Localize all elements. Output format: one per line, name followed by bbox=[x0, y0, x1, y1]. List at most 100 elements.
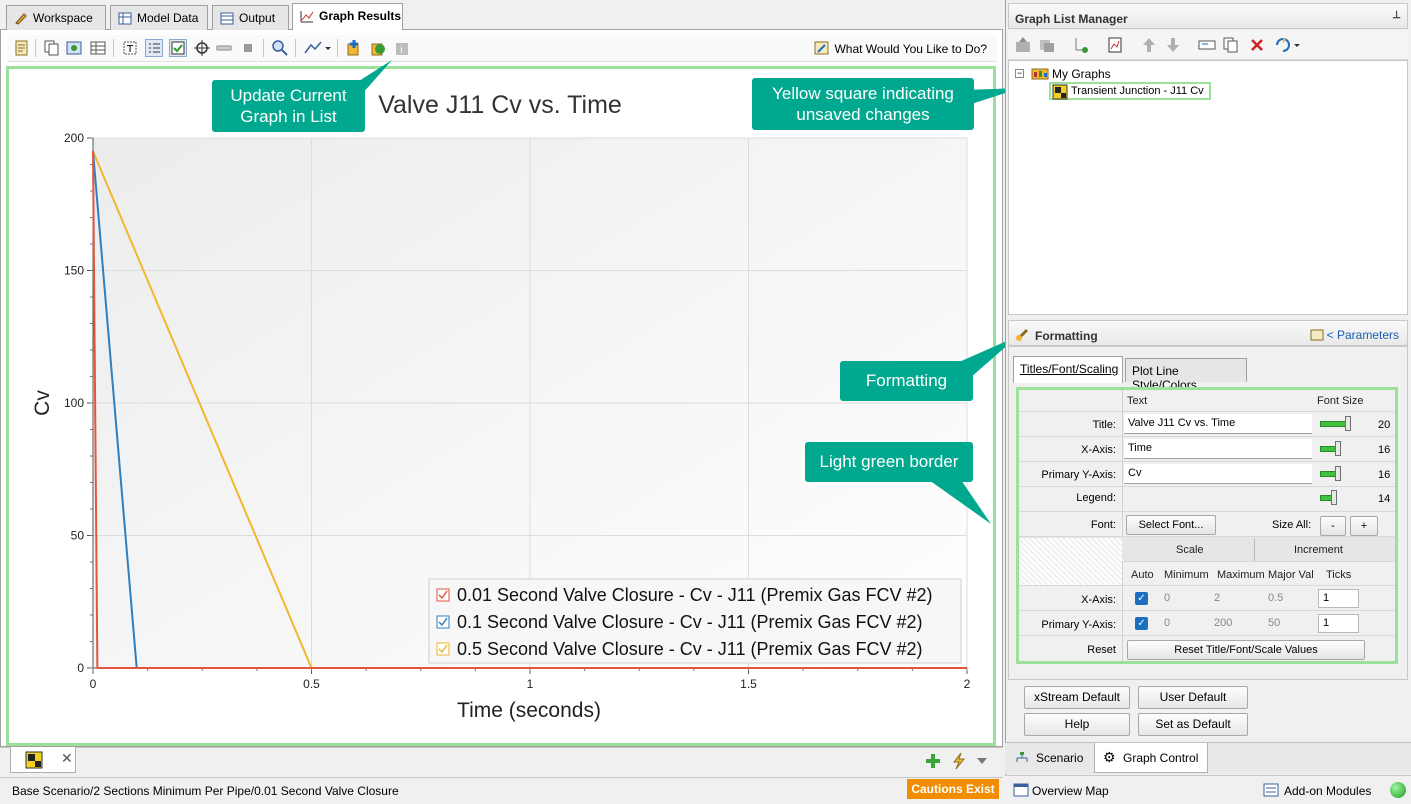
yaxis-min-field[interactable]: 0 bbox=[1160, 614, 1208, 633]
xaxis-ticks-field[interactable]: 1 bbox=[1318, 589, 1359, 608]
font-row-label: Font: bbox=[1090, 519, 1116, 531]
stop-icon[interactable] bbox=[239, 39, 257, 57]
xaxis-scale-label: X-Axis: bbox=[1081, 594, 1116, 606]
tab-graph-results[interactable]: Graph Results bbox=[292, 3, 403, 31]
arrow-up-icon[interactable] bbox=[1140, 36, 1158, 54]
slider-fill bbox=[1320, 421, 1348, 427]
xaxis-text-input[interactable]: Time bbox=[1124, 439, 1312, 459]
xstream-default-button[interactable]: xStream Default bbox=[1024, 686, 1130, 709]
legend-font-slider[interactable] bbox=[1320, 490, 1375, 505]
tree-root-label[interactable]: My Graphs bbox=[1052, 67, 1111, 81]
column-header-text: Text bbox=[1127, 395, 1148, 407]
tab-label: Model Data bbox=[137, 11, 199, 25]
yaxis-major-field[interactable]: 50 bbox=[1264, 614, 1316, 633]
yaxis-font-slider[interactable] bbox=[1320, 466, 1375, 481]
yaxis-ticks-field[interactable]: 1 bbox=[1318, 614, 1359, 633]
legend-toggle-icon[interactable] bbox=[145, 39, 163, 57]
status-light-icon bbox=[1390, 782, 1406, 798]
graph-info-icon[interactable]: i bbox=[393, 39, 411, 57]
close-icon[interactable]: ✕ bbox=[61, 750, 73, 767]
rename-icon[interactable] bbox=[1198, 36, 1216, 54]
help-button[interactable]: Help bbox=[1024, 713, 1130, 736]
size-increase-button[interactable]: + bbox=[1350, 516, 1378, 536]
tree-expand-icon[interactable] bbox=[1072, 36, 1090, 54]
slider-thumb[interactable] bbox=[1331, 490, 1337, 505]
checkbox-toggle-icon[interactable] bbox=[169, 39, 187, 57]
pin-icon[interactable]: ⊥ bbox=[1392, 10, 1401, 21]
yaxis-auto-checkbox[interactable]: ✓ bbox=[1135, 617, 1148, 630]
increment-header: Increment bbox=[1294, 544, 1343, 556]
size-decrease-button[interactable]: - bbox=[1320, 516, 1346, 536]
delete-icon[interactable] bbox=[1248, 36, 1266, 54]
legend-checkbox[interactable] bbox=[436, 642, 450, 656]
slider-thumb[interactable] bbox=[1345, 416, 1351, 431]
what-would-you-like-link[interactable]: What Would You Like to Do? bbox=[814, 41, 987, 56]
add-tab-icon[interactable] bbox=[924, 752, 942, 770]
x-tick-label: 2 bbox=[964, 677, 971, 691]
title-row-label: Title: bbox=[1092, 419, 1116, 431]
callout-green-border: Light green border bbox=[805, 442, 973, 482]
graph-document-icon[interactable] bbox=[1106, 36, 1124, 54]
select-font-button[interactable]: Select Font... bbox=[1126, 515, 1216, 535]
parameters-link-label: < Parameters bbox=[1326, 328, 1399, 342]
save-image-icon[interactable] bbox=[65, 39, 83, 57]
tab-plot-line-style[interactable]: Plot Line Style/Colors bbox=[1125, 358, 1247, 392]
reset-values-button[interactable]: Reset Title/Font/Scale Values bbox=[1127, 640, 1365, 660]
parameters-link[interactable]: < Parameters bbox=[1310, 328, 1399, 342]
lightning-icon[interactable] bbox=[950, 752, 968, 770]
cautions-badge[interactable]: Cautions Exist bbox=[907, 779, 999, 799]
add-graph-icon[interactable] bbox=[345, 39, 363, 57]
graph-document-tab[interactable]: ✕ bbox=[10, 747, 76, 773]
subheader-auto: Auto bbox=[1131, 569, 1154, 581]
data-table-icon[interactable] bbox=[89, 39, 107, 57]
yaxis-scale-label: Primary Y-Axis: bbox=[1041, 619, 1116, 631]
tab-graph-control[interactable]: ⚙ Graph Control bbox=[1094, 743, 1208, 773]
slider-icon[interactable] bbox=[215, 39, 233, 57]
yaxis-text-input[interactable]: Cv bbox=[1124, 464, 1312, 484]
xaxis-min-field[interactable]: 0 bbox=[1160, 589, 1208, 608]
tab-workspace[interactable]: Workspace bbox=[6, 5, 106, 30]
chevron-down-icon[interactable] bbox=[976, 756, 988, 766]
multi-graph-icon[interactable] bbox=[1038, 36, 1056, 54]
overview-map-link[interactable]: Overview Map bbox=[1032, 784, 1109, 798]
graph-icon bbox=[300, 11, 314, 23]
legend-checkbox[interactable] bbox=[436, 588, 450, 602]
parameters-icon bbox=[1310, 329, 1324, 341]
arrow-down-icon[interactable] bbox=[1164, 36, 1182, 54]
status-bar: Base Scenario/2 Sections Minimum Per Pip… bbox=[0, 777, 1003, 804]
tab-model-data[interactable]: Model Data bbox=[110, 5, 208, 30]
line-style-dropdown-icon[interactable] bbox=[303, 39, 331, 57]
crosshair-icon[interactable] bbox=[193, 39, 211, 57]
tab-titles-font-scaling[interactable]: Titles/Font/Scaling bbox=[1013, 356, 1123, 383]
xaxis-max-field[interactable]: 2 bbox=[1210, 589, 1262, 608]
edit-graph-icon[interactable] bbox=[13, 39, 31, 57]
tree-item-transient-junction[interactable]: Transient Junction - J11 Cv bbox=[1049, 82, 1211, 100]
refresh-dropdown-icon[interactable] bbox=[1274, 36, 1302, 54]
tab-output[interactable]: Output bbox=[212, 5, 289, 30]
zoom-region-icon[interactable]: T bbox=[121, 39, 139, 57]
folder-icon bbox=[1031, 68, 1049, 80]
set-as-default-button[interactable]: Set as Default bbox=[1138, 713, 1248, 736]
xaxis-font-slider[interactable] bbox=[1320, 441, 1375, 456]
addon-modules-link[interactable]: Add-on Modules bbox=[1284, 784, 1371, 798]
xaxis-major-field[interactable]: 0.5 bbox=[1264, 589, 1316, 608]
legend-checkbox[interactable] bbox=[436, 615, 450, 629]
x-tick-label: 0 bbox=[90, 677, 97, 691]
collapse-icon[interactable]: − bbox=[1015, 69, 1024, 78]
user-default-button[interactable]: User Default bbox=[1138, 686, 1248, 709]
subheader-ticks: Ticks bbox=[1326, 569, 1352, 581]
yaxis-max-field[interactable]: 200 bbox=[1210, 614, 1262, 633]
legend-font-size-value: 14 bbox=[1378, 493, 1391, 505]
title-font-slider[interactable] bbox=[1320, 416, 1375, 431]
title-text-input[interactable]: Valve J11 Cv vs. Time bbox=[1124, 414, 1312, 434]
slider-thumb[interactable] bbox=[1335, 441, 1341, 456]
update-graph-icon[interactable] bbox=[369, 39, 387, 57]
xaxis-auto-checkbox[interactable]: ✓ bbox=[1135, 592, 1148, 605]
copy-icon[interactable] bbox=[43, 39, 61, 57]
copy-graph-icon[interactable] bbox=[1222, 36, 1240, 54]
search-icon[interactable] bbox=[271, 39, 289, 57]
tab-scenario[interactable]: Scenario bbox=[1008, 743, 1092, 773]
open-graph-icon[interactable] bbox=[1014, 36, 1032, 54]
scenario-path: Base Scenario/2 Sections Minimum Per Pip… bbox=[12, 784, 399, 798]
slider-thumb[interactable] bbox=[1335, 466, 1341, 481]
